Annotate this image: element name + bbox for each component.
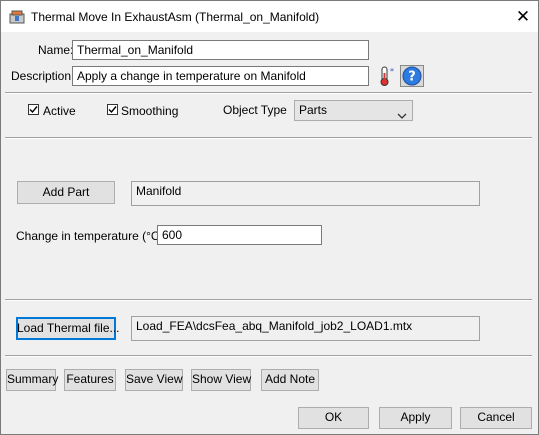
help-icon[interactable]: ?	[400, 65, 424, 87]
features-button[interactable]: Features	[64, 369, 116, 391]
chevron-down-icon	[397, 107, 407, 125]
object-type-label: Object Type	[223, 103, 287, 117]
object-type-value: Parts	[299, 103, 328, 117]
name-label: Name:	[38, 43, 74, 57]
svg-text:?: ?	[408, 70, 416, 85]
summary-button[interactable]: Summary	[6, 369, 58, 391]
name-field[interactable]: Thermal_on_Manifold	[72, 40, 369, 60]
save-view-button[interactable]: Save View	[125, 369, 183, 391]
ok-button[interactable]: OK	[298, 407, 369, 429]
object-type-select[interactable]: Parts	[294, 100, 413, 121]
part-field: Manifold	[131, 181, 480, 206]
close-icon[interactable]: ✕	[509, 4, 537, 30]
temperature-field[interactable]: 600	[157, 225, 322, 245]
active-label: Active	[43, 104, 76, 118]
thermometer-icon[interactable]: *	[377, 65, 399, 87]
separator-parts	[5, 299, 532, 301]
apply-button[interactable]: Apply	[379, 407, 452, 429]
cancel-button[interactable]: Cancel	[460, 407, 532, 429]
thermal-app-icon	[9, 9, 25, 25]
title-bar[interactable]: Thermal Move In ExhaustAsm (Thermal_on_M…	[1, 1, 538, 32]
separator-options	[5, 137, 532, 139]
add-note-button[interactable]: Add Note	[261, 369, 319, 391]
smoothing-checkbox[interactable]	[107, 104, 118, 115]
window-title: Thermal Move In ExhaustAsm (Thermal_on_M…	[31, 10, 320, 24]
active-checkbox[interactable]	[28, 104, 39, 115]
svg-text:*: *	[390, 67, 394, 76]
show-view-button[interactable]: Show View	[191, 369, 251, 391]
separator-top	[5, 92, 532, 94]
separator-thermal	[5, 355, 532, 357]
load-thermal-file-button[interactable]: Load Thermal file...	[16, 317, 120, 340]
thermal-file-field: Load_FEA\dcsFea_abq_Manifold_job2_LOAD1.…	[131, 316, 480, 341]
description-field[interactable]: Apply a change in temperature on Manifol…	[72, 66, 369, 86]
dialog-window: Thermal Move In ExhaustAsm (Thermal_on_M…	[0, 0, 539, 435]
description-label: Description:	[11, 69, 75, 83]
temperature-label: Change in temperature (°C):	[16, 229, 167, 243]
smoothing-label: Smoothing	[121, 104, 179, 118]
add-part-button[interactable]: Add Part	[17, 181, 115, 204]
